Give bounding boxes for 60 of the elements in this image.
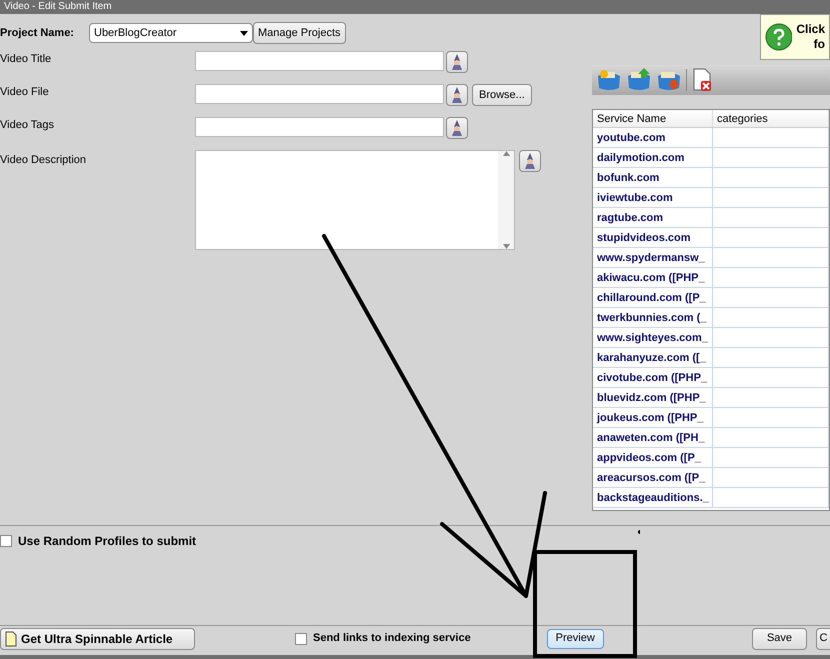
table-cell: akiwacu.com ([PHP_ (593, 268, 713, 287)
table-cell: appvideos.com ([P_ (593, 448, 713, 467)
field-label: Video Description (0, 153, 88, 168)
table-cell: bluevidz.com ([PHP_ (593, 388, 713, 407)
wizard-icon (450, 87, 464, 103)
wizard-icon (523, 153, 537, 169)
wizard-button[interactable] (446, 117, 468, 139)
project-dropdown[interactable]: UberBlogCreator (89, 23, 253, 43)
table-cell: civotube.com ([PHP_ (593, 368, 713, 387)
wizard-icon (450, 54, 464, 70)
description-field[interactable] (195, 150, 515, 250)
table-cell: iviewtube.com (593, 188, 713, 207)
scroll-up-icon (502, 151, 510, 156)
field-label: Video Tags (0, 118, 56, 133)
table-cell: backstageauditions._ (593, 488, 713, 507)
scroll-down-icon (502, 244, 510, 249)
column-header[interactable]: Service Name (593, 110, 713, 127)
table-cell: areacursos.com ([P_ (593, 468, 713, 487)
input-field[interactable] (195, 117, 444, 137)
table-cell: www.spydermansw_ (593, 248, 713, 267)
save-button[interactable]: Save (752, 628, 807, 650)
checkbox[interactable] (0, 535, 12, 547)
table-cell: ragtube.com (593, 208, 713, 227)
table-cell: karahanyuze.com ([_ (593, 348, 713, 367)
folder-upload-icon[interactable] (626, 68, 652, 92)
cut-off-button[interactable]: C (816, 628, 830, 650)
table-cell: anaweten.com ([PH_ (593, 428, 713, 447)
wizard-button[interactable] (446, 51, 468, 73)
field-label: Video File (0, 85, 50, 100)
manage-projects-button[interactable]: Manage Projects (253, 22, 346, 44)
checkbox-label: Use Random Profiles to submit (18, 533, 196, 550)
folder-new-icon[interactable] (596, 68, 622, 92)
wizard-button[interactable] (446, 84, 468, 106)
help-button[interactable]: Click fo (760, 14, 830, 60)
table-cell: www.sighteyes.com_ (593, 328, 713, 347)
field-label: Video Title (0, 52, 52, 67)
input-field[interactable] (195, 51, 444, 71)
table-cell: joukeus.com ([PHP_ (593, 408, 713, 427)
column-header[interactable]: categories (713, 110, 829, 127)
browse-button[interactable]: Browse... (472, 84, 532, 106)
get-article-button[interactable]: Get Ultra Spinnable Article (0, 628, 195, 650)
window-title: Video - Edit Submit Item (4, 2, 112, 12)
wizard-icon (450, 120, 464, 136)
wizard-button[interactable] (519, 150, 541, 172)
document-icon (5, 630, 17, 646)
question-icon (765, 23, 792, 51)
preview-button[interactable]: Preview (546, 628, 604, 648)
checkbox[interactable] (295, 632, 307, 644)
table-cell: stupidvideos.com (593, 228, 713, 247)
table-cell: twerkbunnies.com (_ (593, 308, 713, 327)
table-cell: bofunk.com (593, 168, 713, 187)
scrollbar[interactable] (498, 151, 514, 249)
caret-icon (240, 30, 248, 36)
project-label: Project Name: (0, 26, 75, 41)
table-cell: dailymotion.com (593, 148, 713, 167)
input-field[interactable] (195, 84, 444, 104)
table-cell: youtube.com (593, 128, 713, 147)
delete-document-icon[interactable] (691, 68, 713, 92)
table-cell: chillaround.com ([P_ (593, 288, 713, 307)
checkbox-label: Send links to indexing service (313, 631, 471, 646)
